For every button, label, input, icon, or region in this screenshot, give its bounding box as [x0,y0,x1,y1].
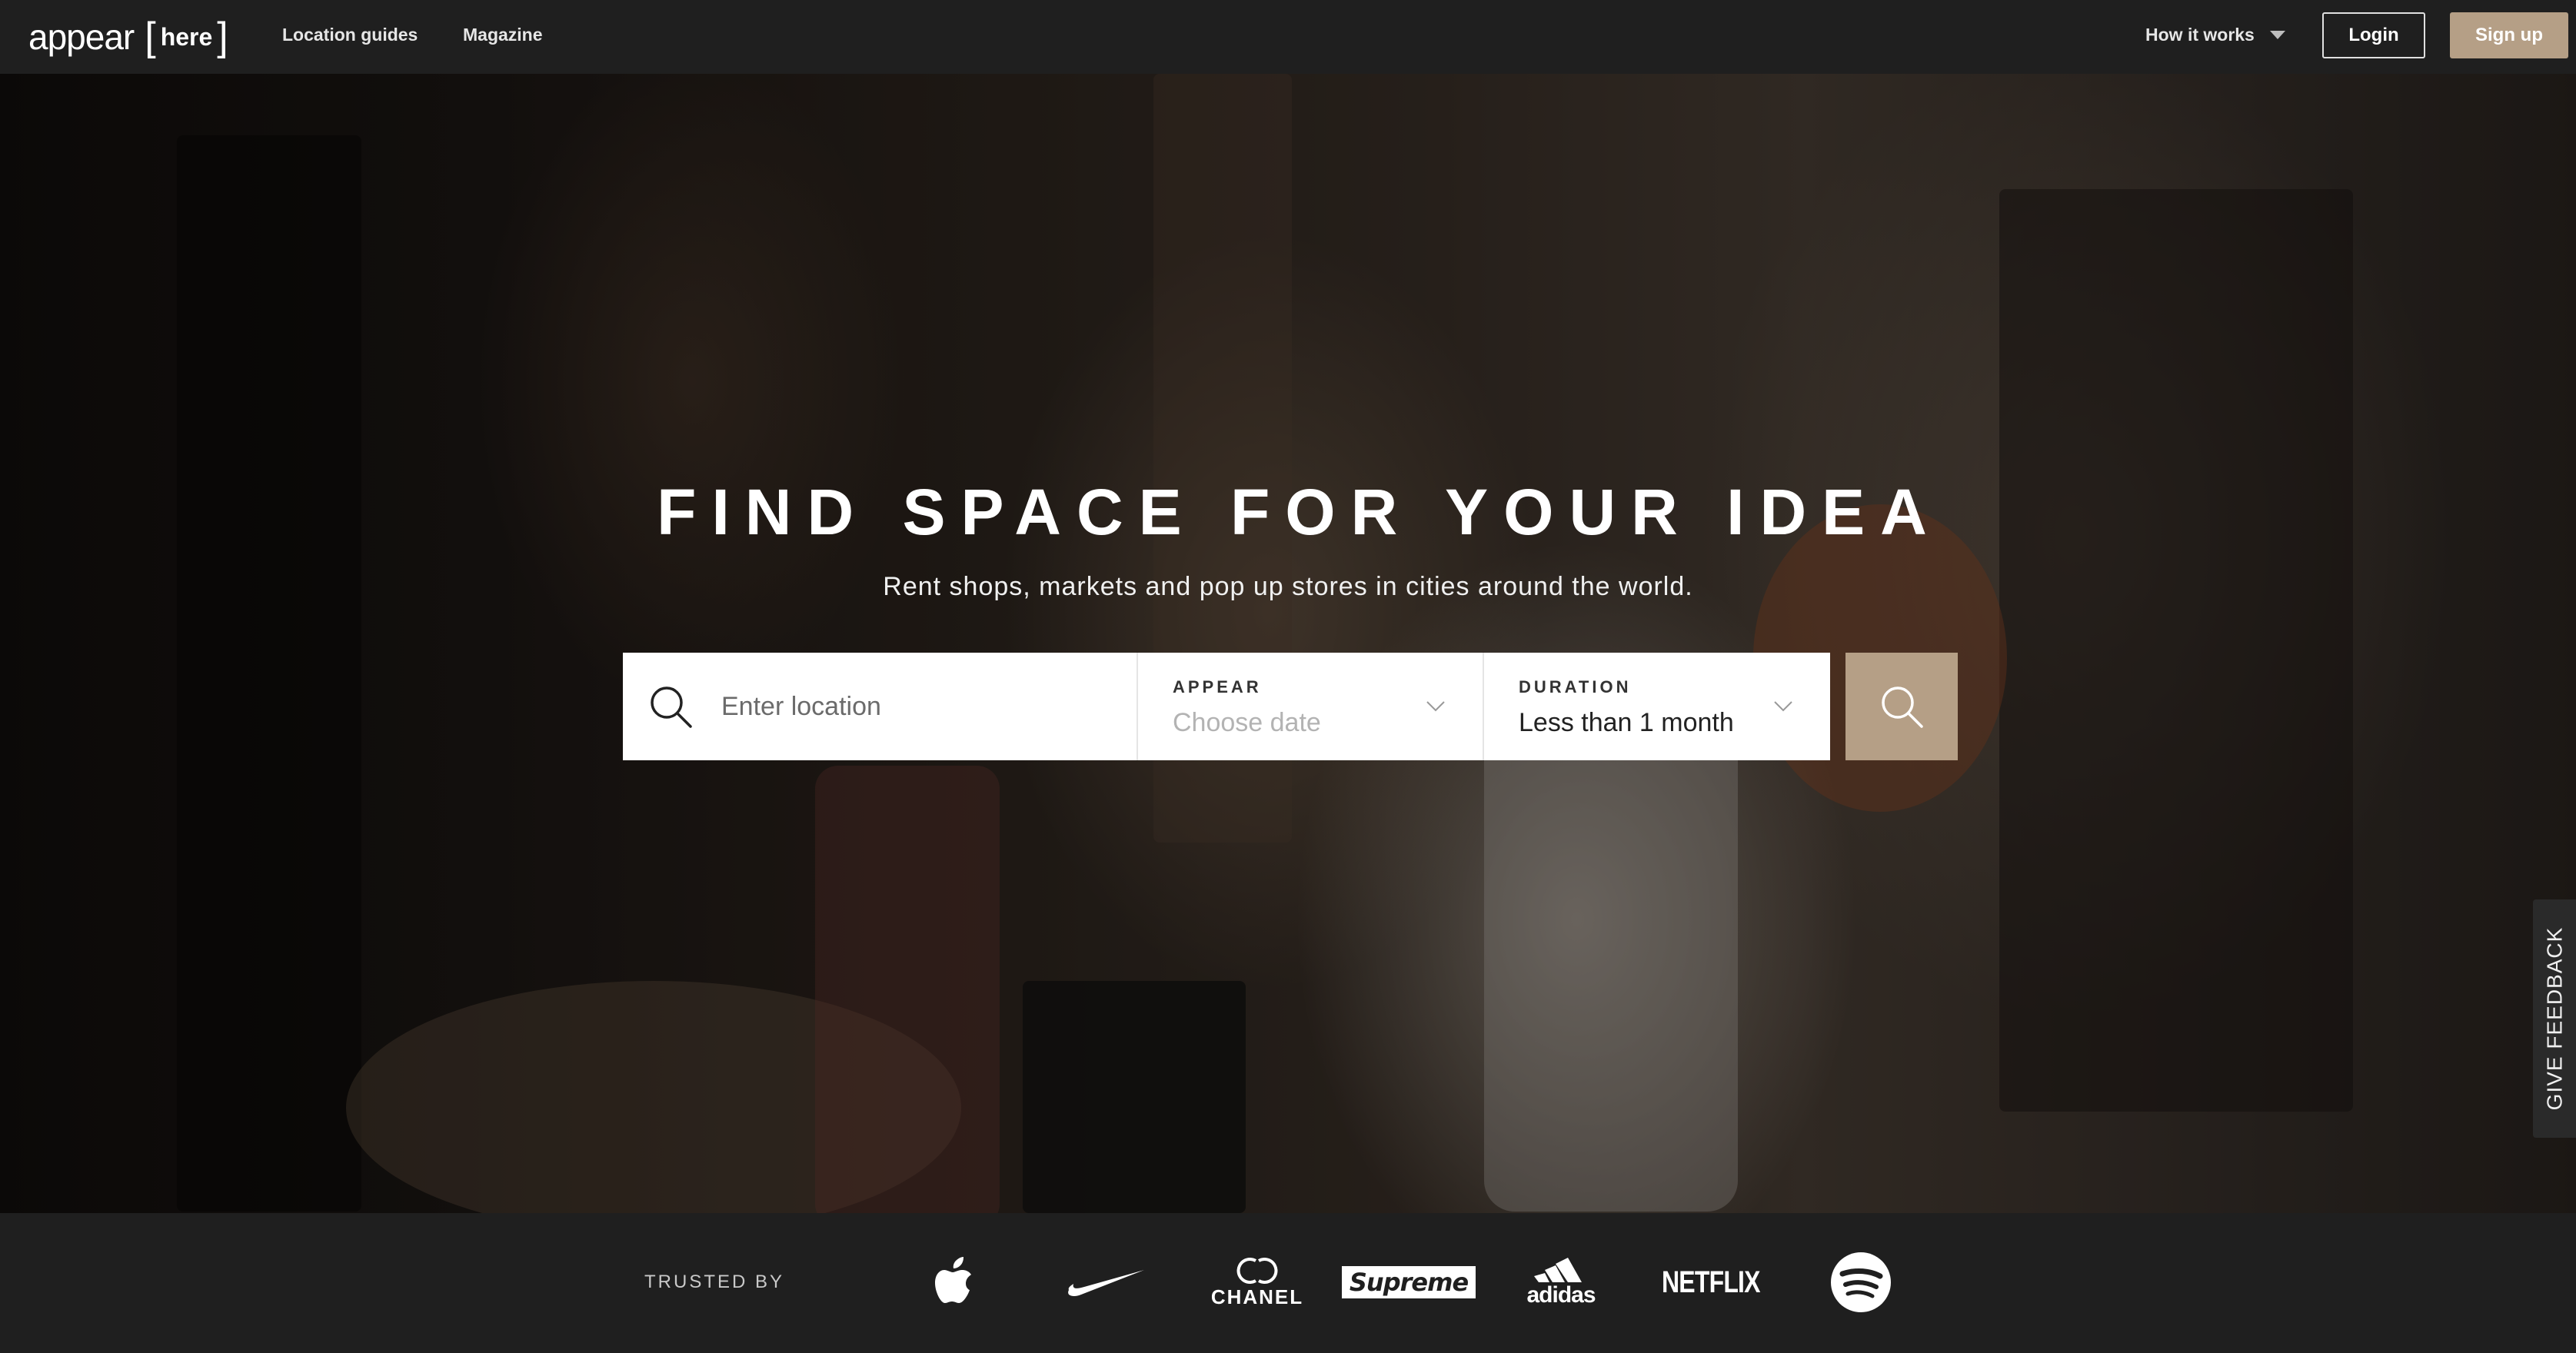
duration-label: DURATION [1519,677,1632,696]
search-icon [1882,686,1923,728]
how-it-works-dropdown[interactable]: How it works [2145,25,2285,45]
supreme-wordmark: Supreme [1341,1266,1476,1298]
top-nav: appear [ here ] Location guides Magazine… [0,0,2576,74]
spotify-logo-icon [1826,1244,1895,1321]
trusted-by-bar: TRUSTED BY CHANEL Supreme adidas NETFLIX [0,1213,2576,1353]
nav-location-guides-link[interactable]: Location guides [282,25,418,45]
netflix-logo: NETFLIX [1657,1244,1765,1321]
chevron-down-icon [1426,701,1445,712]
logo-bracket-open: [ [145,15,156,59]
login-button[interactable]: Login [2322,12,2425,58]
chanel-wordmark: CHANEL [1210,1285,1304,1308]
give-feedback-tab[interactable]: GIVE FEEDBACK [2533,899,2576,1138]
hero-subtitle: Rent shops, markets and pop up stores in… [883,572,1693,601]
supreme-logo: Supreme [1341,1244,1476,1321]
logo-bracket-close: ] [217,15,228,59]
chevron-down-icon [1774,701,1792,712]
nike-swoosh-icon [1063,1244,1148,1321]
caret-down-icon [2269,31,2285,39]
apple-logo-icon [930,1244,984,1321]
hero-section: FIND SPACE FOR YOUR IDEA Rent shops, mar… [0,74,2576,1213]
location-field[interactable] [623,653,1138,760]
duration-value: Less than 1 month [1519,708,1734,737]
location-input[interactable] [721,691,1106,722]
trusted-by-label: TRUSTED BY [644,1272,785,1292]
appear-here-logo[interactable]: appear [ here ] [28,17,228,57]
how-it-works-label: How it works [2145,25,2255,45]
appear-label: APPEAR [1173,677,1262,696]
nav-magazine-link[interactable]: Magazine [463,25,543,45]
hero-overlay [0,74,2576,1213]
netflix-wordmark: NETFLIX [1662,1265,1761,1299]
logo-word: appear [28,17,135,57]
chanel-cc-icon [1236,1257,1278,1284]
appear-date-dropdown[interactable]: APPEAR Choose date [1138,653,1484,760]
logo-here-bracket: [ here ] [145,17,228,57]
signup-button[interactable]: Sign up [2450,12,2568,58]
adidas-stripes-icon [1534,1258,1582,1282]
appear-value: Choose date [1173,708,1321,737]
logo-here: here [160,23,213,51]
search-form: APPEAR Choose date DURATION Less than 1 … [623,653,1830,760]
feedback-label: GIVE FEEDBACK [2542,926,2566,1111]
duration-dropdown[interactable]: DURATION Less than 1 month [1484,653,1830,760]
adidas-wordmark: adidas [1526,1282,1596,1308]
adidas-logo: adidas [1519,1244,1603,1321]
search-icon [651,686,692,728]
chanel-logo: CHANEL [1211,1244,1303,1321]
hero-title: FIND SPACE FOR YOUR IDEA [657,476,1942,548]
search-submit-button[interactable] [1845,653,1958,760]
